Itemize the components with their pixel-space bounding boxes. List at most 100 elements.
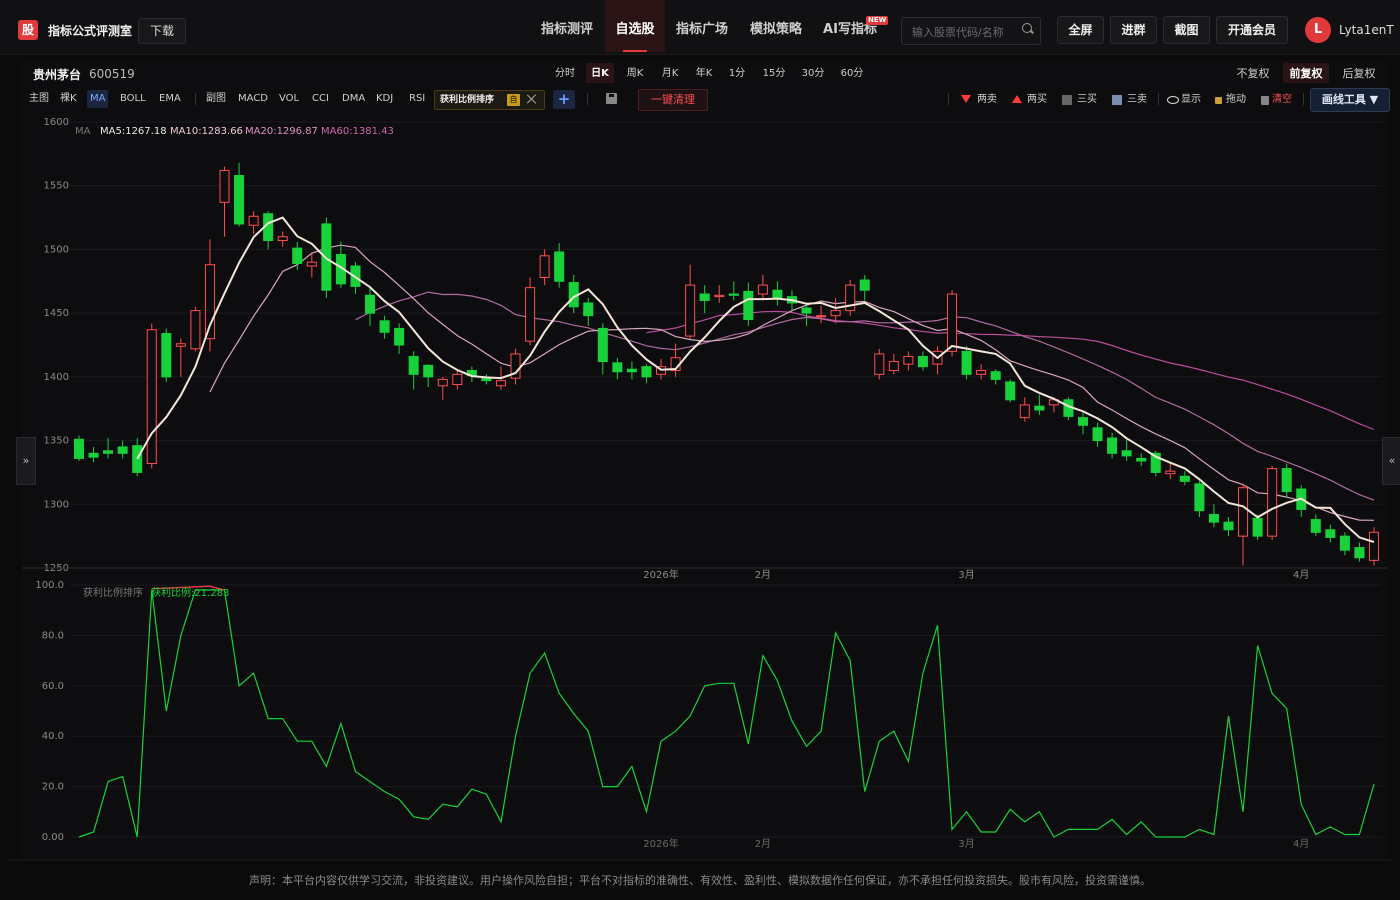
candle bbox=[1019, 397, 1030, 422]
candle bbox=[757, 274, 768, 301]
candle-body bbox=[234, 175, 245, 225]
candle bbox=[816, 305, 827, 324]
candle-body bbox=[103, 450, 114, 454]
candle-body bbox=[117, 446, 128, 454]
profit-ratio-line bbox=[78, 589, 1375, 838]
candle bbox=[583, 297, 594, 326]
candle bbox=[888, 353, 899, 375]
candle-body bbox=[394, 327, 405, 346]
candle bbox=[859, 274, 870, 301]
candle-body bbox=[961, 350, 972, 375]
candle bbox=[728, 281, 739, 301]
y-tick-label: 1400 bbox=[44, 372, 69, 383]
candle bbox=[146, 323, 157, 469]
candle bbox=[161, 328, 172, 382]
candle-body bbox=[743, 290, 754, 321]
candle-body bbox=[728, 293, 739, 296]
x-tick-label: 2月 bbox=[755, 569, 771, 581]
candle bbox=[1092, 422, 1103, 447]
candle-body bbox=[1208, 513, 1219, 523]
candle bbox=[510, 348, 521, 385]
candle-body bbox=[583, 302, 594, 317]
candle bbox=[437, 376, 448, 400]
candle-body bbox=[830, 310, 841, 317]
candle-body bbox=[1107, 437, 1118, 454]
candle bbox=[714, 285, 725, 303]
candle bbox=[903, 351, 914, 371]
candle-body bbox=[379, 320, 390, 333]
candle bbox=[234, 162, 245, 227]
expand-left-button[interactable]: » bbox=[16, 437, 36, 485]
candle-body bbox=[699, 293, 710, 301]
x-tick-label: 4月 bbox=[1293, 569, 1309, 581]
sub-x-tick-label: 4月 bbox=[1293, 838, 1309, 850]
candle bbox=[379, 315, 390, 339]
price-chart[interactable]: 125013001350140014501500155016002026年 2月 3… bbox=[0, 0, 1400, 900]
candle-body bbox=[1354, 547, 1365, 559]
candle-body bbox=[641, 366, 652, 378]
candle-body bbox=[859, 279, 870, 291]
candle-body bbox=[597, 327, 608, 363]
candle-body bbox=[1179, 475, 1190, 482]
candle bbox=[917, 351, 928, 371]
candle bbox=[1238, 483, 1249, 566]
candle-body bbox=[73, 438, 85, 459]
candle-body bbox=[1019, 404, 1030, 419]
candle-body bbox=[219, 169, 230, 203]
candle-body bbox=[365, 294, 376, 314]
candle bbox=[743, 282, 754, 326]
candle-body bbox=[539, 255, 550, 278]
candle bbox=[1281, 463, 1292, 498]
candle-body bbox=[292, 247, 303, 264]
candle-body bbox=[1267, 468, 1278, 537]
candle bbox=[88, 446, 99, 463]
candle-body bbox=[321, 223, 332, 291]
expand-right-button[interactable]: « bbox=[1382, 437, 1400, 485]
candle-body bbox=[88, 452, 99, 458]
candle-body bbox=[757, 284, 768, 295]
candle bbox=[1368, 527, 1380, 566]
candle bbox=[408, 351, 419, 390]
candle-body bbox=[1238, 487, 1249, 537]
ma-legend-ma5: MA5:1267.18 bbox=[100, 126, 167, 137]
candle bbox=[845, 280, 856, 316]
candle-body bbox=[888, 361, 899, 371]
sub-y-tick-label: 20.0 bbox=[42, 782, 64, 793]
ma-legend-ma10: MA10:1283.66 bbox=[170, 126, 243, 137]
ma-legend-ma60: MA60:1381.43 bbox=[321, 126, 394, 137]
candle-body bbox=[990, 371, 1001, 380]
candle-body bbox=[408, 355, 419, 375]
candle bbox=[248, 211, 259, 235]
candle bbox=[219, 166, 230, 237]
ma-legend-ma20: MA20:1296.87 bbox=[245, 126, 318, 137]
candle bbox=[1077, 412, 1088, 435]
candle-body bbox=[175, 343, 186, 347]
candle-body bbox=[947, 293, 958, 352]
sub-y-tick-label: 80.0 bbox=[42, 630, 64, 641]
sub-x-tick-label: 3月 bbox=[958, 838, 974, 850]
candle-body bbox=[146, 329, 157, 465]
candle bbox=[394, 323, 405, 354]
sub-series-label: 获利比例:21.283 bbox=[151, 586, 229, 599]
y-tick-label: 1350 bbox=[44, 436, 69, 447]
x-tick-label: 2026年 bbox=[643, 568, 678, 581]
candle-body bbox=[612, 362, 623, 373]
candle bbox=[103, 438, 114, 459]
candle-body bbox=[1194, 483, 1205, 512]
candle-body bbox=[1339, 535, 1350, 551]
candle-body bbox=[554, 251, 565, 282]
candle-body bbox=[772, 289, 783, 299]
x-tick-label: 3月 bbox=[958, 569, 974, 581]
candle bbox=[699, 285, 710, 314]
candle bbox=[685, 264, 696, 339]
candle-body bbox=[874, 353, 885, 375]
candle bbox=[1194, 481, 1205, 518]
sub-y-tick-label: 40.0 bbox=[42, 731, 64, 742]
candle-body bbox=[714, 294, 725, 298]
candle bbox=[117, 440, 128, 459]
candle bbox=[263, 211, 274, 250]
sub-y-tick-label: 100.0 bbox=[35, 580, 64, 591]
candle bbox=[568, 274, 579, 314]
sub-x-tick-label: 2026年 bbox=[643, 837, 678, 850]
candle-body bbox=[626, 368, 637, 373]
